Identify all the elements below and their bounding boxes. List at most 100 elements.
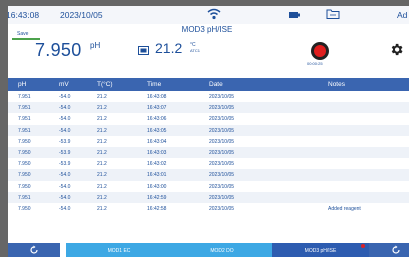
table-row[interactable]: 7.950 -54.0 21.2 16:43:00 2023/10/05 [8, 181, 409, 192]
thermometer-icon [138, 46, 149, 55]
folder-icon[interactable] [326, 8, 340, 20]
cell-ph: 7.951 [18, 105, 31, 112]
header-mv[interactable]: mV [59, 81, 69, 88]
refresh-icon [392, 245, 400, 254]
cell-temperature: 21.2 [97, 172, 107, 179]
cell-time: 16:43:03 [147, 150, 167, 156]
cell-mv: -54.0 [59, 105, 71, 112]
cell-mv: -53.9 [59, 138, 71, 145]
cell-date: 2023/10/05 [209, 194, 235, 201]
table-header: pH mV T(°C) Time Date Notes [8, 78, 409, 91]
tab-mod2-do[interactable]: MOD2 DO [172, 243, 272, 257]
record-icon[interactable] [311, 42, 329, 60]
cell-mv: -54.0 [59, 94, 71, 100]
tab-mod1-ec[interactable]: MOD1 EC [66, 243, 172, 257]
cell-ph: 7.951 [18, 127, 31, 134]
table-row[interactable]: 7.950 -53.9 21.2 16:43:02 2023/10/05 [8, 158, 409, 169]
cell-date: 2023/10/05 [209, 183, 235, 190]
screen: 16:43:08 2023/10/05 Ad Save MOD3 pH/ISE … [8, 6, 409, 257]
status-bar: 16:43:08 2023/10/05 Ad [8, 6, 409, 24]
table-row[interactable]: 7.951 -54.0 21.2 16:42:59 2023/10/05 [8, 191, 409, 203]
cell-time: 16:43:05 [147, 127, 167, 134]
cell-ph: 7.951 [18, 116, 31, 123]
cell-mv: -54.0 [59, 183, 71, 190]
temperature-mode: ATC1 [190, 48, 200, 53]
cell-mv: -53.9 [59, 161, 71, 168]
cell-time: 16:42:58 [147, 206, 167, 212]
cell-date: 2023/10/05 [209, 206, 235, 212]
cell-time: 16:43:08 [147, 94, 167, 100]
cell-time: 16:42:59 [147, 194, 167, 201]
refresh-left-button[interactable] [8, 243, 60, 257]
table-row[interactable]: 7.951 -54.0 21.2 16:43:08 2023/10/05 [8, 91, 409, 102]
cell-ph: 7.950 [18, 161, 31, 168]
cell-time: 16:43:06 [147, 116, 167, 123]
cell-ph: 7.950 [18, 206, 31, 212]
battery-icon [289, 12, 300, 18]
cell-time: 16:43:00 [147, 183, 167, 190]
alert-indicator [361, 244, 365, 248]
refresh-icon [30, 245, 38, 254]
title-bar: Save MOD3 pH/ISE [8, 24, 409, 40]
cell-mv: -54.0 [59, 127, 71, 134]
table-row[interactable]: 7.950 -53.9 21.2 16:43:03 2023/10/05 [8, 147, 409, 159]
record-timer: 00:00:25 [307, 61, 323, 66]
cell-date: 2023/10/05 [209, 105, 235, 112]
header-temperature[interactable]: T(°C) [97, 81, 113, 88]
cell-temperature: 21.2 [97, 183, 107, 190]
header-time[interactable]: Time [147, 81, 161, 88]
cell-time: 16:43:02 [147, 161, 167, 168]
cell-temperature: 21.2 [97, 194, 107, 201]
cell-temperature: 21.2 [97, 138, 107, 145]
cell-date: 2023/10/05 [209, 172, 235, 179]
table-row[interactable]: 7.951 -54.0 21.2 16:43:07 2023/10/05 [8, 102, 409, 114]
table-row[interactable]: 7.950 -54.0 21.2 16:42:58 2023/10/05 Add… [8, 203, 409, 214]
cell-mv: -54.0 [59, 172, 71, 179]
cell-mv: -54.0 [59, 116, 71, 123]
table-row[interactable]: 7.950 -53.9 21.2 16:43:04 2023/10/05 [8, 136, 409, 147]
header-ph[interactable]: pH [18, 81, 26, 88]
cell-date: 2023/10/05 [209, 161, 235, 168]
cell-mv: -54.0 [59, 194, 71, 201]
header-notes[interactable]: Notes [328, 81, 345, 88]
cell-mv: -54.0 [59, 206, 71, 212]
clock: 16:43:08 [8, 10, 40, 20]
cell-temperature: 21.2 [97, 105, 107, 112]
cell-mv: -53.9 [59, 150, 71, 156]
cell-ph: 7.951 [18, 94, 31, 100]
tab-mod2-label: MOD2 DO [210, 248, 234, 254]
refresh-right-button[interactable] [369, 243, 409, 257]
ph-unit: pH [90, 41, 101, 50]
date: 2023/10/05 [60, 10, 103, 20]
tab-mod1-label: MOD1 EC [107, 248, 131, 254]
cell-ph: 7.951 [18, 194, 31, 201]
table-row[interactable]: 7.950 -54.0 21.2 16:43:01 2023/10/05 [8, 169, 409, 181]
header-date[interactable]: Date [209, 81, 223, 88]
tab-mod3-ph-ise[interactable]: MOD3 pH/ISE [272, 243, 369, 257]
cell-notes: Added reagent [328, 206, 361, 212]
cell-date: 2023/10/05 [209, 150, 235, 156]
cell-date: 2023/10/05 [209, 138, 235, 145]
cell-ph: 7.950 [18, 183, 31, 190]
data-log-table: pH mV T(°C) Time Date Notes 7.951 -54.0 … [8, 78, 409, 243]
cell-temperature: 21.2 [97, 116, 107, 123]
cell-time: 16:43:01 [147, 172, 167, 179]
reading-panel: 7.950 pH 21.2 °C ATC1 00:00:25 [8, 40, 409, 78]
table-row[interactable]: 7.951 -54.0 21.2 16:43:05 2023/10/05 [8, 124, 409, 136]
cell-temperature: 21.2 [97, 161, 107, 168]
gear-icon[interactable] [389, 42, 404, 57]
channel-title: MOD3 pH/ISE [181, 25, 233, 34]
wifi-icon [207, 8, 221, 20]
ph-value: 7.950 [35, 40, 82, 60]
cell-time: 16:43:07 [147, 105, 167, 112]
cell-date: 2023/10/05 [209, 116, 235, 123]
user-label[interactable]: Ad [397, 10, 407, 20]
table-row[interactable]: 7.951 -54.0 21.2 16:43:06 2023/10/05 [8, 113, 409, 124]
cell-temperature: 21.2 [97, 94, 107, 100]
cell-temperature: 21.2 [97, 150, 107, 156]
save-label[interactable]: Save [17, 31, 28, 37]
cell-temperature: 21.2 [97, 127, 107, 134]
cell-temperature: 21.2 [97, 206, 107, 212]
cell-ph: 7.950 [18, 150, 31, 156]
cell-time: 16:43:04 [147, 138, 167, 145]
